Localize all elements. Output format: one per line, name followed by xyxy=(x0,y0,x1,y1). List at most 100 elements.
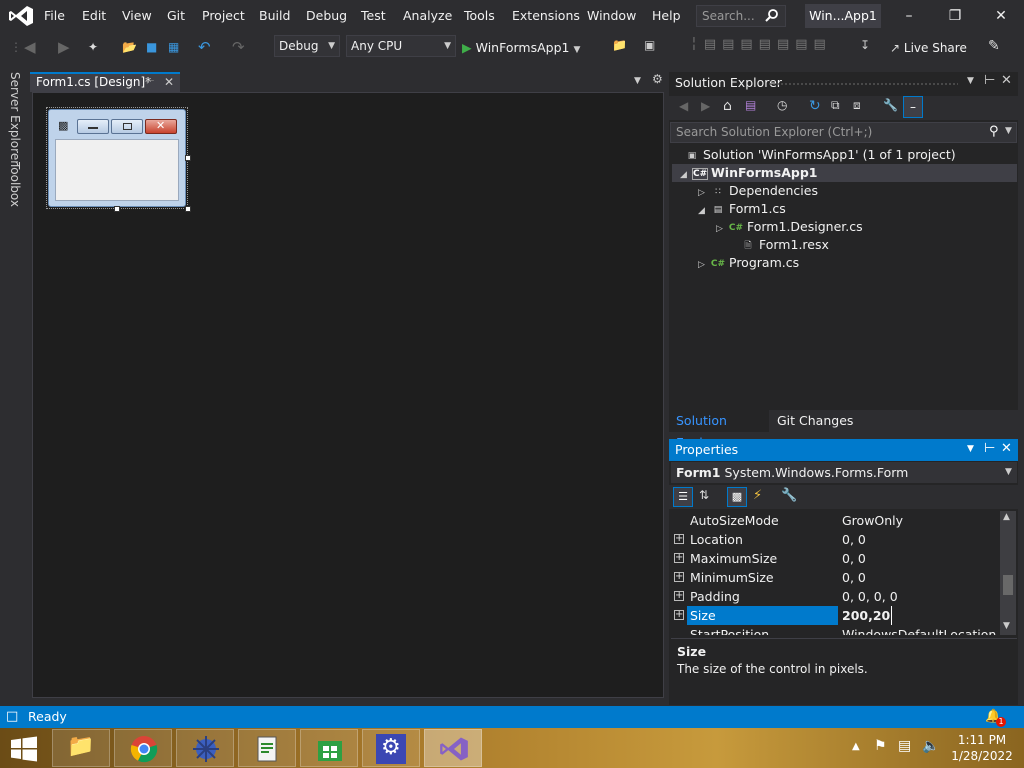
windows-start-icon[interactable] xyxy=(10,736,38,762)
menu-view[interactable]: View xyxy=(122,0,152,32)
menu-help[interactable]: Help xyxy=(652,0,681,32)
menu-extensions[interactable]: Extensions xyxy=(512,0,580,32)
properties-wrench-icon[interactable]: 🔧 xyxy=(883,98,898,112)
taskbar-visual-studio[interactable] xyxy=(424,729,482,767)
undo-icon[interactable]: ↶ xyxy=(198,37,211,57)
menu-tools[interactable]: Tools xyxy=(464,0,495,32)
events-lightning-icon[interactable]: ⚡ xyxy=(753,488,762,503)
menu-window[interactable]: Window xyxy=(587,0,636,32)
start-debugging-button[interactable]: ▶ WinFormsApp1 ▼ xyxy=(462,38,580,58)
close-button[interactable]: ✕ xyxy=(986,4,1016,28)
window-position-dropdown-icon[interactable]: ▼ xyxy=(967,444,974,454)
settings-gear-icon[interactable]: ⚙ xyxy=(652,72,663,86)
home-icon[interactable]: ⌂ xyxy=(723,98,732,114)
resize-handle-right[interactable] xyxy=(185,155,191,161)
close-panel-icon[interactable]: ✕ xyxy=(1001,441,1012,456)
property-row-size[interactable]: + Size 200,20 xyxy=(671,606,999,625)
toolbar-options-icon[interactable]: ↧ xyxy=(860,38,870,52)
taskbar-file-explorer[interactable]: 📁 xyxy=(52,729,110,767)
scrollbar-thumb[interactable] xyxy=(1003,575,1013,595)
preview-selected-items-icon[interactable]: – xyxy=(903,96,923,118)
property-value[interactable]: GrowOnly xyxy=(842,511,903,530)
scroll-down-icon[interactable]: ▼ xyxy=(1003,621,1010,631)
property-value[interactable]: 0, 0, 0, 0 xyxy=(842,587,898,606)
taskbar-network-app[interactable] xyxy=(176,729,234,767)
pending-changes-filter-icon[interactable]: ◷ xyxy=(777,98,787,112)
layout-icon[interactable]: ▣ xyxy=(644,38,655,52)
property-value[interactable]: 0, 0 xyxy=(842,530,866,549)
save-all-icon[interactable]: ▦ xyxy=(168,37,179,57)
sync-icon[interactable]: ↻ xyxy=(809,98,821,114)
tree-item-solution[interactable]: ▣ Solution 'WinFormsApp1' (1 of 1 project… xyxy=(684,146,1014,164)
switch-views-icon[interactable]: ▤ xyxy=(745,98,756,112)
show-hidden-icons-icon[interactable]: ▲ xyxy=(852,741,860,752)
resize-handle-bottom-right[interactable] xyxy=(185,206,191,212)
expand-plus-icon[interactable]: + xyxy=(674,572,684,582)
taskbar-notepad[interactable] xyxy=(238,729,296,767)
tree-item-form1-resx[interactable]: 🗎 Form1.resx xyxy=(728,236,829,254)
close-panel-icon[interactable]: ✕ xyxy=(1001,73,1012,88)
solution-configuration-dropdown[interactable]: Debug ▼ xyxy=(274,35,340,57)
property-pages-wrench-icon[interactable]: 🔧 xyxy=(781,488,797,503)
document-tab-form1-design[interactable]: Form1.cs [Design]* ⊢ ✕ xyxy=(30,72,180,92)
expand-plus-icon[interactable]: + xyxy=(674,534,684,544)
property-row-location[interactable]: + Location 0, 0 xyxy=(671,530,999,549)
auto-hide-pin-icon[interactable]: ⊢ xyxy=(984,73,995,88)
tree-item-project[interactable]: ◢ C# WinFormsApp1 xyxy=(672,164,1017,182)
show-all-files-icon[interactable]: ⧈ xyxy=(853,98,861,113)
property-value-editor[interactable]: 200,20 xyxy=(842,606,893,625)
menu-debug[interactable]: Debug xyxy=(306,0,347,32)
close-tab-icon[interactable]: ✕ xyxy=(164,75,174,89)
taskbar-store[interactable] xyxy=(300,729,358,767)
feedback-icon[interactable]: ✎ xyxy=(988,38,1000,54)
menu-test[interactable]: Test xyxy=(361,0,386,32)
property-value[interactable]: 0, 0 xyxy=(842,568,866,587)
volume-muted-icon[interactable]: 🔈 xyxy=(922,738,939,754)
solution-explorer-search-input[interactable]: Search Solution Explorer (Ctrl+;) ⚲ ▼ xyxy=(670,122,1017,143)
live-share-button[interactable]: ↗ Live Share xyxy=(890,38,967,58)
open-folder-icon[interactable]: 📁 xyxy=(612,38,627,52)
tab-list-dropdown-icon[interactable]: ▼ xyxy=(634,76,641,86)
back-icon[interactable]: ◀ xyxy=(679,99,688,113)
pin-icon[interactable]: ⊢ xyxy=(146,76,155,87)
property-row-startposition[interactable]: StartPosition WindowsDefaultLocation xyxy=(671,625,999,635)
tree-item-program[interactable]: ▷ C# Program.cs xyxy=(698,254,799,272)
alphabetical-icon[interactable]: ⇅ xyxy=(699,488,709,502)
save-icon[interactable]: ■ xyxy=(146,37,157,57)
forward-icon[interactable]: ▶ xyxy=(701,99,710,113)
property-row-autosizemode[interactable]: AutoSizeMode GrowOnly xyxy=(671,511,999,530)
expand-plus-icon[interactable]: + xyxy=(674,591,684,601)
tree-item-dependencies[interactable]: ▷ ∷ Dependencies xyxy=(698,182,818,200)
taskbar-chrome[interactable] xyxy=(114,729,172,767)
network-status-icon[interactable]: ▤ xyxy=(898,738,911,754)
solution-platform-dropdown[interactable]: Any CPU ▼ xyxy=(346,35,456,57)
taskbar-settings[interactable]: ⚙ xyxy=(362,729,420,767)
resize-handle-bottom[interactable] xyxy=(114,206,120,212)
navigate-back-icon[interactable]: ◀ xyxy=(24,37,36,57)
new-project-icon[interactable]: ✦ xyxy=(88,37,98,57)
property-row-maximumsize[interactable]: + MaximumSize 0, 0 xyxy=(671,549,999,568)
open-file-icon[interactable]: 📂 xyxy=(122,37,137,57)
maximize-button[interactable]: ❐ xyxy=(940,4,970,28)
property-object-selector[interactable]: Form1 System.Windows.Forms.Form ▼ xyxy=(671,462,1017,483)
tree-item-form1[interactable]: ◢ ▤ Form1.cs xyxy=(698,200,786,218)
property-value[interactable]: 0, 0 xyxy=(842,549,866,568)
menu-build[interactable]: Build xyxy=(259,0,290,32)
expand-plus-icon[interactable]: + xyxy=(674,610,684,620)
navigate-forward-icon[interactable]: ▶ xyxy=(58,37,70,57)
property-value[interactable]: WindowsDefaultLocation xyxy=(842,625,996,635)
toolbox-tab[interactable]: Toolbox xyxy=(8,162,22,207)
menu-git[interactable]: Git xyxy=(167,0,185,32)
menu-analyze[interactable]: Analyze xyxy=(403,0,452,32)
search-options-dropdown-icon[interactable]: ▼ xyxy=(1005,126,1012,136)
expand-plus-icon[interactable]: + xyxy=(674,553,684,563)
menu-project[interactable]: Project xyxy=(202,0,245,32)
tree-item-form1-designer[interactable]: ▷ C# Form1.Designer.cs xyxy=(716,218,863,236)
menu-edit[interactable]: Edit xyxy=(82,0,106,32)
action-center-flag-icon[interactable]: ⚑ xyxy=(874,738,887,754)
tab-solution-explorer[interactable]: Solution Explorer xyxy=(669,410,769,450)
property-row-minimumsize[interactable]: + MinimumSize 0, 0 xyxy=(671,568,999,587)
properties-view-icon[interactable]: ▩ xyxy=(727,487,747,507)
categorized-icon[interactable]: ☰ xyxy=(673,487,693,507)
property-grid-scrollbar[interactable]: ▲ ▼ xyxy=(1000,511,1016,635)
